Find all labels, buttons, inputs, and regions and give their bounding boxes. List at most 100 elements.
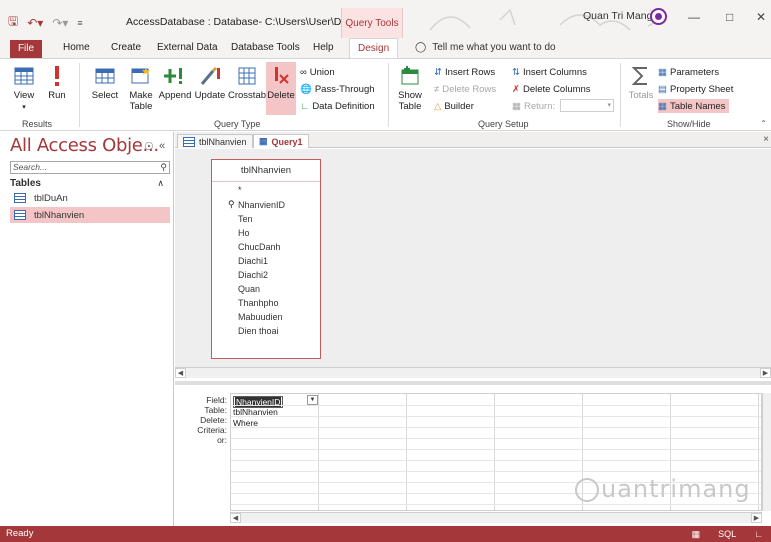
run-button[interactable]: Run [44, 65, 70, 101]
union-button[interactable]: ∞ Union [300, 65, 335, 79]
view-button[interactable]: View ▾ [10, 65, 38, 113]
nav-item-tblduan[interactable]: tblDuAn [10, 190, 170, 206]
nav-pane-title[interactable]: All Access Obje... [10, 135, 159, 156]
search-icon[interactable]: ⚲ [160, 162, 167, 173]
field-item[interactable]: Mabuudien [238, 312, 283, 322]
scroll-left-icon[interactable]: ◀ [175, 368, 186, 378]
group-separator [620, 63, 621, 127]
grid-row-line [231, 460, 761, 461]
tab-database-tools[interactable]: Database Tools [231, 38, 300, 58]
insert-columns-button[interactable]: ⇅ Insert Columns [512, 65, 587, 79]
parameters-button[interactable]: ▦ Parameters [658, 65, 719, 79]
restore-icon[interactable]: □ [726, 10, 733, 24]
watermark: uantrimang [575, 475, 751, 503]
grid-row-line [231, 504, 761, 505]
sql-view-icon[interactable]: SQL [718, 526, 736, 542]
grid-row-labels: Field: Table: Delete: Criteria: or: [175, 395, 227, 445]
delete-rows-button[interactable]: ≠ Delete Rows [434, 82, 496, 96]
datasheet-view-icon[interactable]: ▦ [692, 526, 701, 542]
pass-through-button[interactable]: 🌐 Pass-Through [300, 82, 375, 96]
tab-design[interactable]: Design [349, 38, 399, 59]
grid-vertical-scrollbar[interactable] [762, 393, 771, 511]
close-document-icon[interactable]: × [763, 134, 769, 145]
crosstab-button[interactable]: Crosstab [228, 65, 266, 101]
tell-me-box[interactable]: ◯ Tell me what you want to do [415, 38, 556, 58]
undo-icon[interactable]: ↶▾ [27, 16, 43, 30]
field-item[interactable]: ChucDanh [238, 242, 281, 252]
nav-item-label: tblDuAn [34, 192, 68, 204]
close-icon[interactable]: ✕ [756, 10, 766, 24]
sigma-icon [631, 67, 647, 85]
minimize-icon[interactable]: — [688, 10, 700, 24]
field-item[interactable]: Ho [238, 228, 250, 238]
field-item[interactable]: NhanvienID [238, 200, 285, 210]
select-query-button[interactable]: Select [90, 65, 120, 101]
results-group-label: Results [22, 119, 53, 129]
field-item[interactable]: * [238, 185, 242, 195]
scroll-left-icon[interactable]: ◀ [230, 513, 241, 523]
data-definition-button[interactable]: ∟ Data Definition [300, 99, 375, 113]
grid-row-line [231, 449, 761, 450]
lightbulb-icon: ◯ [415, 42, 427, 53]
save-icon[interactable]: 🖫 [8, 12, 18, 33]
status-text: Ready [6, 528, 34, 539]
totals-button[interactable]: Totals [626, 65, 656, 101]
make-table-button[interactable]: Make Table [126, 65, 156, 112]
datasheet-view-icon [14, 67, 34, 85]
field-item[interactable]: Diachi1 [238, 256, 268, 266]
chevron-down-icon[interactable]: ▼ [307, 395, 318, 405]
user-avatar[interactable] [650, 8, 667, 25]
tab-create[interactable]: Create [111, 38, 141, 58]
nav-item-tblnhanvien[interactable]: tblNhanvien [10, 207, 170, 223]
insert-rows-button[interactable]: ⇵ Insert Rows [434, 65, 495, 79]
property-sheet-button[interactable]: ▤ Property Sheet [658, 82, 733, 96]
redo-icon[interactable]: ↷▾ [52, 16, 68, 30]
crosstab-icon [238, 67, 256, 85]
grid-horizontal-scrollbar[interactable]: ◀ ▶ [230, 512, 762, 523]
table-icon [183, 136, 195, 147]
delete-query-button[interactable]: Delete [266, 62, 296, 115]
show-table-button[interactable]: Show Table [394, 65, 426, 112]
delete-rows-icon: ≠ [434, 83, 440, 95]
nav-search-input[interactable]: Search... ⚲ [10, 161, 170, 174]
field-item[interactable]: Diachi2 [238, 270, 268, 280]
append-button[interactable]: Append [158, 65, 192, 101]
insert-columns-icon: ⇅ [512, 66, 520, 78]
scroll-right-icon[interactable]: ▶ [760, 368, 771, 378]
globe-icon: 🌐 [300, 83, 312, 95]
make-table-icon [131, 67, 150, 84]
insert-rows-icon: ⇵ [434, 66, 442, 78]
show-table-icon [401, 66, 419, 85]
parameters-icon: ▦ [658, 66, 667, 78]
customize-qat-icon[interactable]: ≡ [77, 18, 82, 28]
field-item[interactable]: Quan [238, 284, 260, 294]
nav-group-tables[interactable]: Tables ∧ [10, 178, 170, 189]
return-dropdown[interactable]: ▾ [560, 99, 614, 112]
builder-button[interactable]: △ Builder [434, 99, 474, 113]
tab-query1[interactable]: ▦ Query1 [253, 134, 309, 148]
nav-menu-icon[interactable]: ☉ [144, 140, 154, 153]
upper-horizontal-scrollbar[interactable]: ◀ ▶ [175, 367, 771, 378]
tab-external-data[interactable]: External Data [157, 38, 218, 58]
scroll-right-icon[interactable]: ▶ [751, 513, 762, 523]
tab-home[interactable]: Home [63, 38, 90, 58]
navigation-pane: All Access Obje... ☉ « Search... ⚲ Table… [0, 132, 174, 526]
chevron-up-icon[interactable]: ∧ [157, 178, 164, 189]
delete-columns-button[interactable]: ✗ Delete Columns [512, 82, 591, 96]
nav-collapse-icon[interactable]: « [159, 140, 165, 152]
field-item[interactable]: Ten [238, 214, 253, 224]
field-list-tblnhanvien[interactable]: tblNhanvien * ⚲ NhanvienID Ten Ho ChucDa… [211, 159, 321, 359]
collapse-ribbon-icon[interactable]: ⌃ [760, 119, 767, 128]
tab-tblnhanvien[interactable]: tblNhanvien [177, 134, 253, 148]
property-sheet-icon: ▤ [658, 83, 667, 95]
tab-help[interactable]: Help [313, 38, 334, 58]
delete-query-icon [275, 67, 289, 84]
user-name[interactable]: Quan Tri Mang [583, 10, 652, 22]
table-names-button[interactable]: ▦ Table Names [658, 99, 730, 113]
field-item[interactable]: Thanhpho [238, 298, 279, 308]
tab-file[interactable]: File [10, 40, 42, 58]
row-label-criteria: Criteria: [197, 425, 227, 435]
update-button[interactable]: Update [194, 65, 226, 101]
field-item[interactable]: Dien thoai [238, 326, 279, 336]
design-view-icon[interactable]: ∟ [754, 526, 763, 542]
